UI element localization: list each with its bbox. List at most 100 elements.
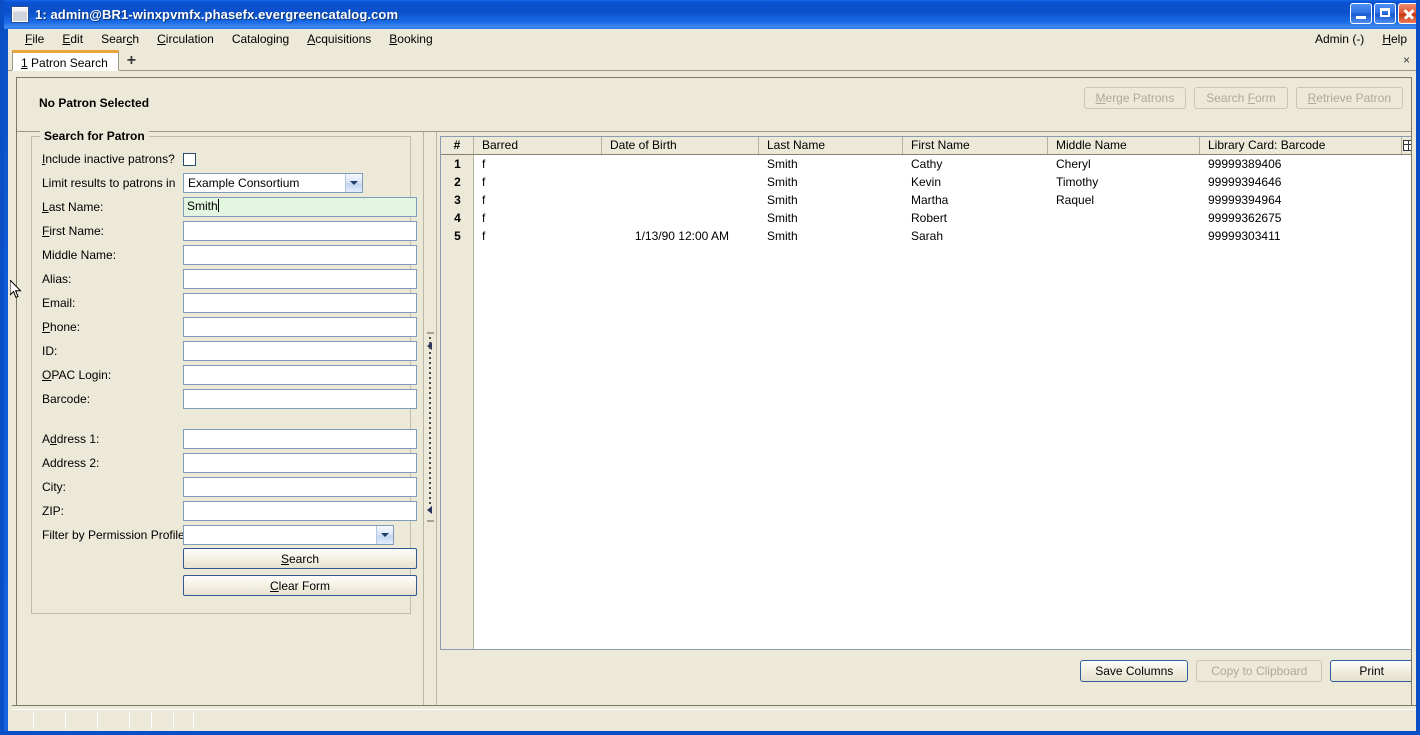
client-area: File Edit Search Circulation Cataloging … [8, 29, 1416, 731]
alias-input[interactable] [183, 269, 417, 289]
collapse-left-arrow-icon-bottom[interactable] [427, 506, 432, 514]
cell-dob: 1/13/90 12:00 AM [634, 228, 729, 243]
zip-input[interactable] [183, 501, 417, 521]
limit-results-combobox[interactable]: Example Consortium [183, 173, 363, 193]
city-input[interactable] [183, 477, 417, 497]
menu-search[interactable]: Search [92, 30, 148, 48]
include-inactive-checkbox[interactable] [183, 152, 196, 166]
title-bar: 1: admin@BR1-winxpvmfx.phasefx.evergreen… [4, 0, 1416, 29]
chevron-down-icon[interactable] [376, 526, 393, 544]
menu-help[interactable]: Help [1373, 30, 1416, 48]
table-row[interactable]: 3 f Smith Martha Raquel 99999394964 [441, 191, 1411, 209]
patron-summary-header: No Patron Selected Merge Patrons Search … [17, 78, 1411, 132]
row-first-name: First Name: [32, 219, 417, 243]
table-row[interactable]: 5 f 1/13/90 12:00 AM Smith Sarah 9999930… [441, 227, 1411, 245]
column-header-num[interactable]: # [441, 137, 474, 154]
opac-login-label: OPAC Login: [42, 368, 112, 382]
status-segment-4 [98, 712, 130, 729]
cell-first: Robert [911, 210, 948, 225]
limit-results-label: Limit results to patrons in [42, 176, 176, 190]
zip-label: ZIP: [42, 504, 65, 518]
copy-to-clipboard-button[interactable]: Copy to Clipboard [1196, 660, 1323, 682]
address-1-input[interactable] [183, 429, 417, 449]
menu-admin[interactable]: Admin (-) [1306, 30, 1373, 48]
last-name-label: Last Name: [42, 200, 104, 214]
clear-form-button[interactable]: Clear Form [183, 575, 417, 596]
status-segment-6 [152, 712, 174, 729]
cell-card: 99999394964 [1208, 192, 1282, 207]
menu-booking[interactable]: Booking [380, 30, 441, 48]
search-form-button[interactable]: Search Form [1194, 87, 1288, 109]
menu-circulation[interactable]: Circulation [148, 30, 223, 48]
column-header-last[interactable]: Last Name [759, 137, 903, 154]
save-columns-button[interactable]: Save Columns [1080, 660, 1189, 682]
row-limit-results: Limit results to patrons in Example Cons… [32, 171, 410, 195]
middle-name-input[interactable] [183, 245, 417, 265]
city-label: City: [42, 480, 66, 494]
cell-last: Smith [767, 228, 798, 243]
cell-first: Kevin [911, 174, 942, 189]
row-opac-login: OPAC Login: [32, 363, 417, 387]
cell-barred: f [482, 192, 486, 207]
close-button[interactable] [1398, 3, 1416, 24]
permission-profile-combobox[interactable] [183, 525, 394, 545]
status-segment-5 [130, 712, 152, 729]
merge-patrons-button[interactable]: Merge Patrons [1083, 87, 1187, 109]
cell-card: 99999394646 [1208, 174, 1282, 189]
row-include-inactive: Include inactive patrons? [32, 147, 410, 171]
opac-login-input[interactable] [183, 365, 417, 385]
cell-last: Smith [767, 210, 798, 225]
column-picker-icon [1403, 140, 1411, 151]
column-header-dob[interactable]: Date of Birth [602, 137, 759, 154]
table-row[interactable]: 4 f Smith Robert 99999362675 [441, 209, 1411, 227]
menu-edit[interactable]: Edit [53, 30, 92, 48]
address-2-input[interactable] [183, 453, 417, 473]
cell-first: Martha [911, 192, 949, 207]
barcode-input[interactable] [183, 389, 417, 409]
row-last-name: Last Name: Smith [32, 195, 417, 219]
tab-label: Patron Search [31, 56, 108, 70]
maximize-button[interactable] [1374, 3, 1396, 24]
tab-patron-search[interactable]: 1 Patron Search [12, 50, 119, 71]
pane-splitter[interactable] [423, 132, 437, 718]
column-picker-button[interactable] [1402, 137, 1411, 154]
cell-num: 4 [454, 210, 461, 225]
cell-middle: Timothy [1056, 174, 1099, 189]
table-row[interactable]: 2 f Smith Kevin Timothy 99999394646 [441, 173, 1411, 191]
column-header-card[interactable]: Library Card: Barcode [1200, 137, 1402, 154]
cell-barred: f [482, 228, 486, 243]
minimize-button[interactable] [1350, 3, 1372, 24]
window-title: 1: admin@BR1-winxpvmfx.phasefx.evergreen… [35, 7, 399, 22]
column-header-barred[interactable]: Barred [474, 137, 602, 154]
splitter-grip[interactable] [429, 337, 431, 507]
status-segment-1 [12, 712, 34, 729]
cell-card: 99999362675 [1208, 210, 1282, 225]
phone-input[interactable] [183, 317, 417, 337]
menu-bar-right: Admin (-) Help [1306, 30, 1416, 48]
column-header-middle[interactable]: Middle Name [1048, 137, 1200, 154]
status-segment-2 [34, 712, 66, 729]
cell-last: Smith [767, 192, 798, 207]
row-permission-profile: Filter by Permission Profile: [32, 523, 410, 547]
cell-num: 3 [454, 192, 461, 207]
table-row[interactable]: 1 f Smith Cathy Cheryl 99999389406 [441, 155, 1411, 173]
search-button[interactable]: Search [183, 548, 417, 569]
retrieve-patron-button[interactable]: Retrieve Patron [1295, 87, 1403, 109]
first-name-input[interactable] [183, 221, 417, 241]
last-name-input[interactable]: Smith [183, 197, 417, 217]
close-tab-icon[interactable]: × [1403, 53, 1410, 67]
new-tab-button[interactable]: + [127, 53, 136, 69]
column-header-first[interactable]: First Name [903, 137, 1048, 154]
cell-middle: Raquel [1056, 192, 1095, 207]
menu-cataloging[interactable]: Cataloging [223, 30, 298, 48]
print-button[interactable]: Print [1330, 660, 1411, 682]
cell-num: 2 [454, 174, 461, 189]
id-input[interactable] [183, 341, 417, 361]
cell-last: Smith [767, 156, 798, 171]
menu-acquisitions[interactable]: Acquisitions [298, 30, 380, 48]
menu-file[interactable]: File [16, 30, 53, 48]
window-icon [11, 6, 29, 23]
cell-barred: f [482, 156, 486, 171]
chevron-down-icon[interactable] [345, 174, 362, 192]
email-input[interactable] [183, 293, 417, 313]
